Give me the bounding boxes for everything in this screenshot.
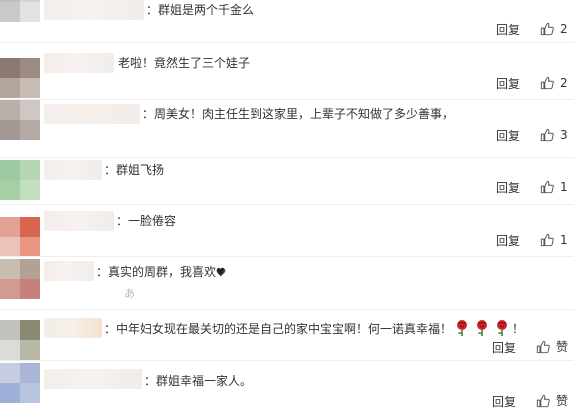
username-blurred[interactable] (44, 160, 102, 180)
username-blurred[interactable] (44, 261, 94, 281)
like-button[interactable]: 赞 (536, 394, 568, 408)
comment-item: 老啦！竟然生了三个娃子 回复 2 (0, 43, 574, 99)
username-blurred[interactable] (44, 104, 140, 124)
like-button[interactable]: 3 (540, 128, 568, 142)
comment-text: ：真实的周群，我喜欢 (96, 264, 230, 280)
comment-item: ：群姐飞扬 回复 1 (0, 158, 574, 204)
avatar[interactable] (0, 259, 40, 299)
avatar[interactable] (0, 217, 40, 257)
comment-text: ：中年妇女现在最关切的还是自己的家中宝宝啊！何一诺真幸福！ ！ (104, 319, 524, 337)
like-count: 1 (560, 180, 568, 194)
faded-overlay-text: あ (124, 287, 135, 300)
like-button[interactable]: 1 (540, 180, 568, 194)
like-label: 赞 (556, 394, 569, 408)
reply-button[interactable]: 回复 (496, 234, 520, 248)
avatar[interactable] (0, 0, 40, 22)
comment-item: ：群姐是两个千金么 回复 2 (0, 0, 574, 42)
avatar[interactable] (0, 320, 40, 360)
username-blurred[interactable] (44, 318, 102, 338)
like-button[interactable]: 2 (540, 22, 568, 36)
comment-text: 老啦！竟然生了三个娃子 (118, 56, 251, 70)
like-button[interactable]: 赞 (536, 340, 568, 354)
like-button[interactable]: 2 (540, 76, 568, 90)
like-label: 赞 (556, 340, 569, 354)
comment-text: ：周美女！肉主任生到这家里，上辈子不知做了多少善事， (142, 107, 455, 121)
comment-item: ：中年妇女现在最关切的还是自己的家中宝宝啊！何一诺真幸福！ ！ 回复 赞 (0, 310, 574, 360)
comment-text: ：群姐飞扬 (104, 163, 165, 177)
comment-item: ：一脸倦容 回复 1 (0, 205, 574, 257)
username-blurred[interactable] (44, 369, 142, 389)
username-blurred[interactable] (44, 0, 144, 20)
heart-emoji (216, 267, 226, 277)
reply-button[interactable]: 回复 (492, 341, 516, 355)
like-count: 1 (560, 233, 568, 247)
thumbs-up-icon (540, 128, 554, 142)
comment-item: ：周美女！肉主任生到这家里，上辈子不知做了多少善事， 回复 3 (0, 100, 574, 157)
reply-button[interactable]: 回复 (496, 181, 520, 195)
like-count: 2 (560, 22, 568, 36)
avatar[interactable] (0, 58, 40, 98)
avatar[interactable] (0, 100, 40, 140)
username-blurred[interactable] (44, 53, 114, 73)
reply-button[interactable]: 回复 (496, 77, 520, 91)
thumbs-up-icon (536, 340, 550, 354)
username-blurred[interactable] (44, 211, 114, 231)
like-count: 3 (560, 128, 568, 142)
comment-item: ：真实的周群，我喜欢 あ (0, 257, 574, 309)
reply-button[interactable]: 回复 (492, 395, 516, 409)
reply-button[interactable]: 回复 (496, 129, 520, 143)
like-button[interactable]: 1 (540, 233, 568, 247)
reply-button[interactable]: 回复 (496, 23, 520, 37)
rose-emoji (477, 320, 488, 336)
rose-emoji (497, 320, 508, 336)
avatar[interactable] (0, 160, 40, 200)
rose-emoji (457, 320, 468, 336)
comment-text-content: ：真实的周群，我喜欢 (96, 265, 217, 279)
thumbs-up-icon (540, 22, 554, 36)
comment-text: ：群姐幸福一家人。 (144, 374, 253, 388)
thumbs-up-icon (540, 180, 554, 194)
comment-text-suffix: ！ (512, 322, 525, 336)
comment-text: ：群姐是两个千金么 (146, 3, 255, 17)
thumbs-up-icon (540, 233, 554, 247)
comment-text: ：一脸倦容 (116, 214, 177, 228)
comment-item: ：群姐幸福一家人。 回复 赞 (0, 361, 574, 417)
thumbs-up-icon (536, 394, 550, 408)
like-count: 2 (560, 76, 568, 90)
avatar[interactable] (0, 363, 40, 403)
comment-text-content: ：中年妇女现在最关切的还是自己的家中宝宝啊！何一诺真幸福！ (104, 322, 453, 336)
thumbs-up-icon (540, 76, 554, 90)
